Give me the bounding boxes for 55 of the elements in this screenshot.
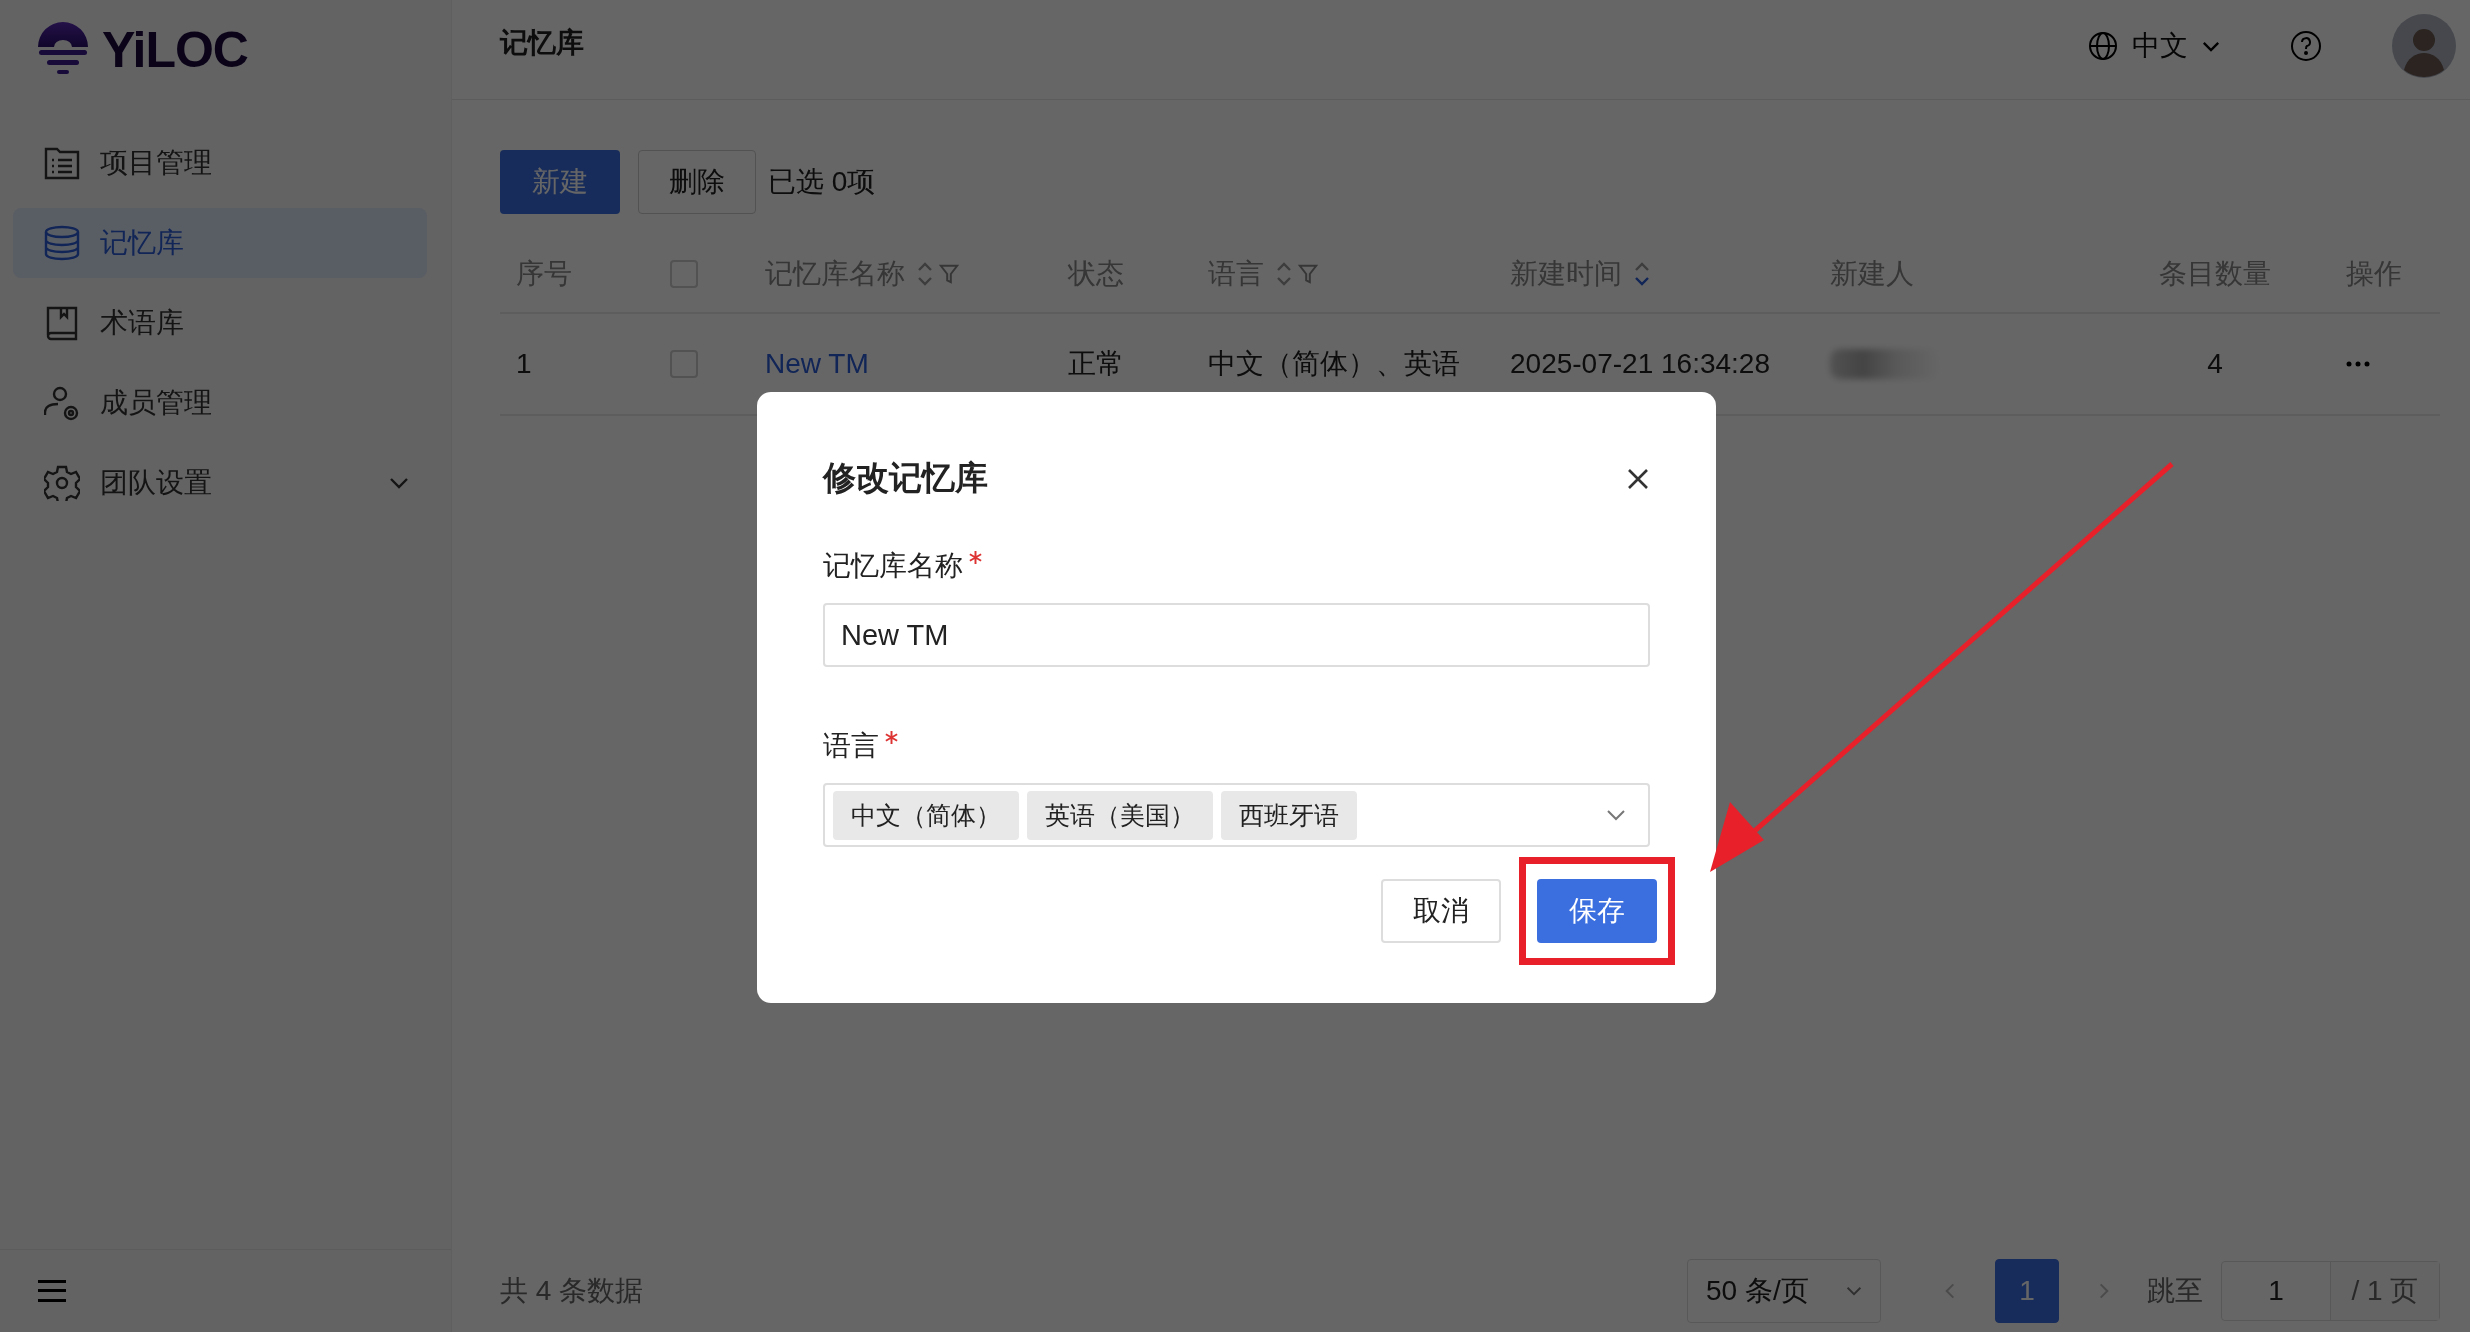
language-tag: 中文（简体）: [833, 790, 1019, 840]
language-tag: 西班牙语: [1221, 790, 1357, 840]
settings-icon: [44, 465, 80, 501]
logo-text: YiLOC: [102, 21, 248, 79]
sidebar-item[interactable]: 记忆库: [13, 208, 427, 278]
sort-icon[interactable]: [1276, 260, 1292, 288]
close-icon[interactable]: [1626, 466, 1650, 491]
language-select[interactable]: 中文（简体） 英语（美国） 西班牙语: [823, 783, 1650, 847]
row-number: 1: [516, 348, 532, 380]
chevron-down-icon: [389, 477, 409, 489]
language-cell-text: 中文（简体）、英语: [1208, 347, 1460, 381]
globe-icon: [2088, 31, 2118, 61]
sidebar-item[interactable]: 术语库: [13, 288, 427, 358]
count-cell: 4: [2207, 348, 2223, 380]
delete-button[interactable]: 删除: [638, 150, 756, 214]
sidebar-item[interactable]: 成员管理: [13, 368, 427, 438]
filter-icon[interactable]: [939, 264, 959, 284]
dialog-title: 修改记忆库: [823, 458, 988, 498]
chevron-down-icon: [1846, 1286, 1862, 1296]
status-cell-text: 正常: [1068, 347, 1124, 381]
created-time-cell: 2025-07-21 16:34:28: [1510, 348, 1770, 380]
language-selector[interactable]: 中文: [2088, 27, 2220, 65]
help-icon[interactable]: [2290, 30, 2322, 62]
page-button[interactable]: 1: [1995, 1259, 2059, 1323]
field-label: 记忆库名称: [823, 549, 963, 583]
page-title: 记忆库: [500, 26, 584, 60]
memory-name-link[interactable]: New TM: [765, 348, 869, 380]
required-icon: [885, 731, 898, 744]
filter-icon[interactable]: [1298, 264, 1318, 284]
chevron-down-icon: [1606, 809, 1626, 821]
sort-icon[interactable]: [1634, 260, 1650, 288]
jump-label: 跳至: [2147, 1274, 2203, 1308]
name-input[interactable]: New TM: [823, 603, 1650, 667]
user-settings-icon: [44, 385, 80, 421]
book-icon: [44, 305, 80, 341]
required-icon: [969, 551, 982, 564]
page-size-select[interactable]: 50 条/页: [1687, 1259, 1881, 1323]
folder-list-icon: [44, 145, 80, 181]
field-label: 语言: [823, 729, 879, 763]
sidebar-item[interactable]: 项目管理: [13, 128, 427, 198]
cancel-button[interactable]: 取消: [1381, 879, 1501, 943]
save-button[interactable]: 保存: [1537, 879, 1657, 943]
sidebar-item[interactable]: 团队设置: [13, 448, 427, 518]
menu-icon[interactable]: [38, 1280, 66, 1302]
sort-icon[interactable]: [917, 260, 933, 288]
next-page-icon[interactable]: [2099, 1282, 2109, 1300]
selection-count: 已选 0项: [768, 165, 876, 199]
language-tag: 英语（美国）: [1027, 790, 1213, 840]
database-icon: [44, 225, 80, 261]
total-count: 共 4 条数据: [500, 1274, 644, 1308]
avatar[interactable]: [2392, 14, 2456, 78]
chevron-down-icon: [2202, 40, 2220, 52]
previous-page-icon[interactable]: [1945, 1282, 1955, 1300]
new-button[interactable]: 新建: [500, 150, 620, 214]
more-icon[interactable]: [2346, 361, 2370, 367]
